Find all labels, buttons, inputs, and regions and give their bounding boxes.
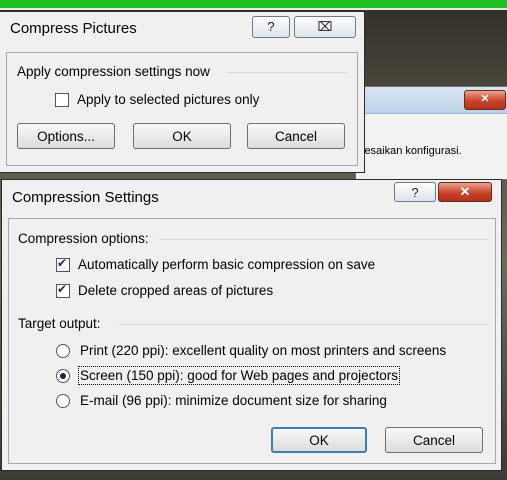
apply-selected-label: Apply to selected pictures only	[77, 92, 260, 107]
compress-pictures-titlebar: Compress Pictures ? ⌧	[0, 12, 364, 44]
options-button-label: Options...	[37, 128, 95, 144]
target-screen-radio[interactable]	[56, 368, 70, 383]
settings-ok-button-label: OK	[309, 432, 329, 448]
help-icon: ?	[411, 185, 419, 200]
settings-help-button[interactable]: ?	[394, 182, 436, 202]
auto-compress-checkbox[interactable]	[56, 256, 70, 272]
group-divider	[227, 72, 347, 73]
background-window-close-button[interactable]	[464, 90, 506, 110]
compression-settings-title: Compression Settings	[12, 189, 159, 206]
settings-close-button[interactable]: ✕	[438, 182, 492, 202]
compression-settings-body: Compression options: Automatically perfo…	[8, 218, 496, 464]
help-button[interactable]: ?	[252, 16, 290, 38]
delete-cropped-checkbox-row[interactable]: Delete cropped areas of pictures	[56, 282, 274, 298]
background-window: lesaikan konfigurasi.	[355, 86, 507, 180]
close-button[interactable]: ⌧	[294, 16, 356, 38]
target-email-label: E-mail (96 ppi): minimize document size …	[80, 393, 387, 408]
auto-compress-label: Automatically perform basic compression …	[78, 257, 376, 272]
compress-pictures-dialog: Compress Pictures ? ⌧ Apply compression …	[0, 12, 364, 172]
ok-button[interactable]: OK	[133, 123, 231, 149]
target-screen-label: Screen (150 ppi): good for Web pages and…	[78, 366, 400, 385]
compress-pictures-title: Compress Pictures	[10, 20, 137, 37]
options-button[interactable]: Options...	[17, 123, 115, 149]
auto-compress-checkbox-row[interactable]: Automatically perform basic compression …	[56, 256, 376, 272]
background-window-text: lesaikan konfigurasi.	[362, 145, 462, 157]
settings-cancel-button[interactable]: Cancel	[385, 427, 483, 453]
cancel-button-label: Cancel	[274, 128, 318, 144]
background-window-titlebar	[356, 87, 507, 114]
target-print-radio-row[interactable]: Print (220 ppi): excellent quality on mo…	[56, 343, 446, 358]
compression-settings-dialog: Compression Settings ? ✕ Compression opt…	[2, 180, 501, 470]
close-icon: ⌧	[317, 19, 333, 34]
help-icon: ?	[267, 19, 275, 34]
cancel-button[interactable]: Cancel	[247, 123, 345, 149]
target-email-radio[interactable]	[56, 393, 70, 408]
delete-cropped-checkbox[interactable]	[56, 282, 70, 298]
compression-options-group-label: Compression options:	[18, 231, 155, 246]
target-print-label: Print (220 ppi): excellent quality on mo…	[80, 343, 447, 358]
apply-selected-checkbox-row[interactable]: Apply to selected pictures only	[55, 92, 259, 107]
apply-selected-checkbox[interactable]	[55, 92, 69, 107]
target-output-divider	[119, 324, 489, 325]
settings-cancel-button-label: Cancel	[412, 432, 456, 448]
compress-pictures-body: Apply compression settings now Apply to …	[6, 52, 358, 166]
settings-ok-button[interactable]: OK	[271, 427, 367, 453]
target-email-radio-row[interactable]: E-mail (96 ppi): minimize document size …	[56, 393, 387, 408]
target-print-radio[interactable]	[56, 343, 70, 358]
target-screen-radio-row[interactable]: Screen (150 ppi): good for Web pages and…	[56, 366, 400, 385]
background-green-strip	[0, 0, 507, 10]
close-icon: ✕	[459, 184, 471, 199]
ok-button-label: OK	[172, 128, 192, 144]
compression-options-divider	[159, 239, 489, 240]
compression-settings-titlebar: Compression Settings ? ✕	[2, 180, 501, 212]
apply-now-group-label: Apply compression settings now	[17, 64, 216, 79]
delete-cropped-label: Delete cropped areas of pictures	[78, 283, 274, 298]
target-output-group-label: Target output:	[18, 316, 107, 331]
